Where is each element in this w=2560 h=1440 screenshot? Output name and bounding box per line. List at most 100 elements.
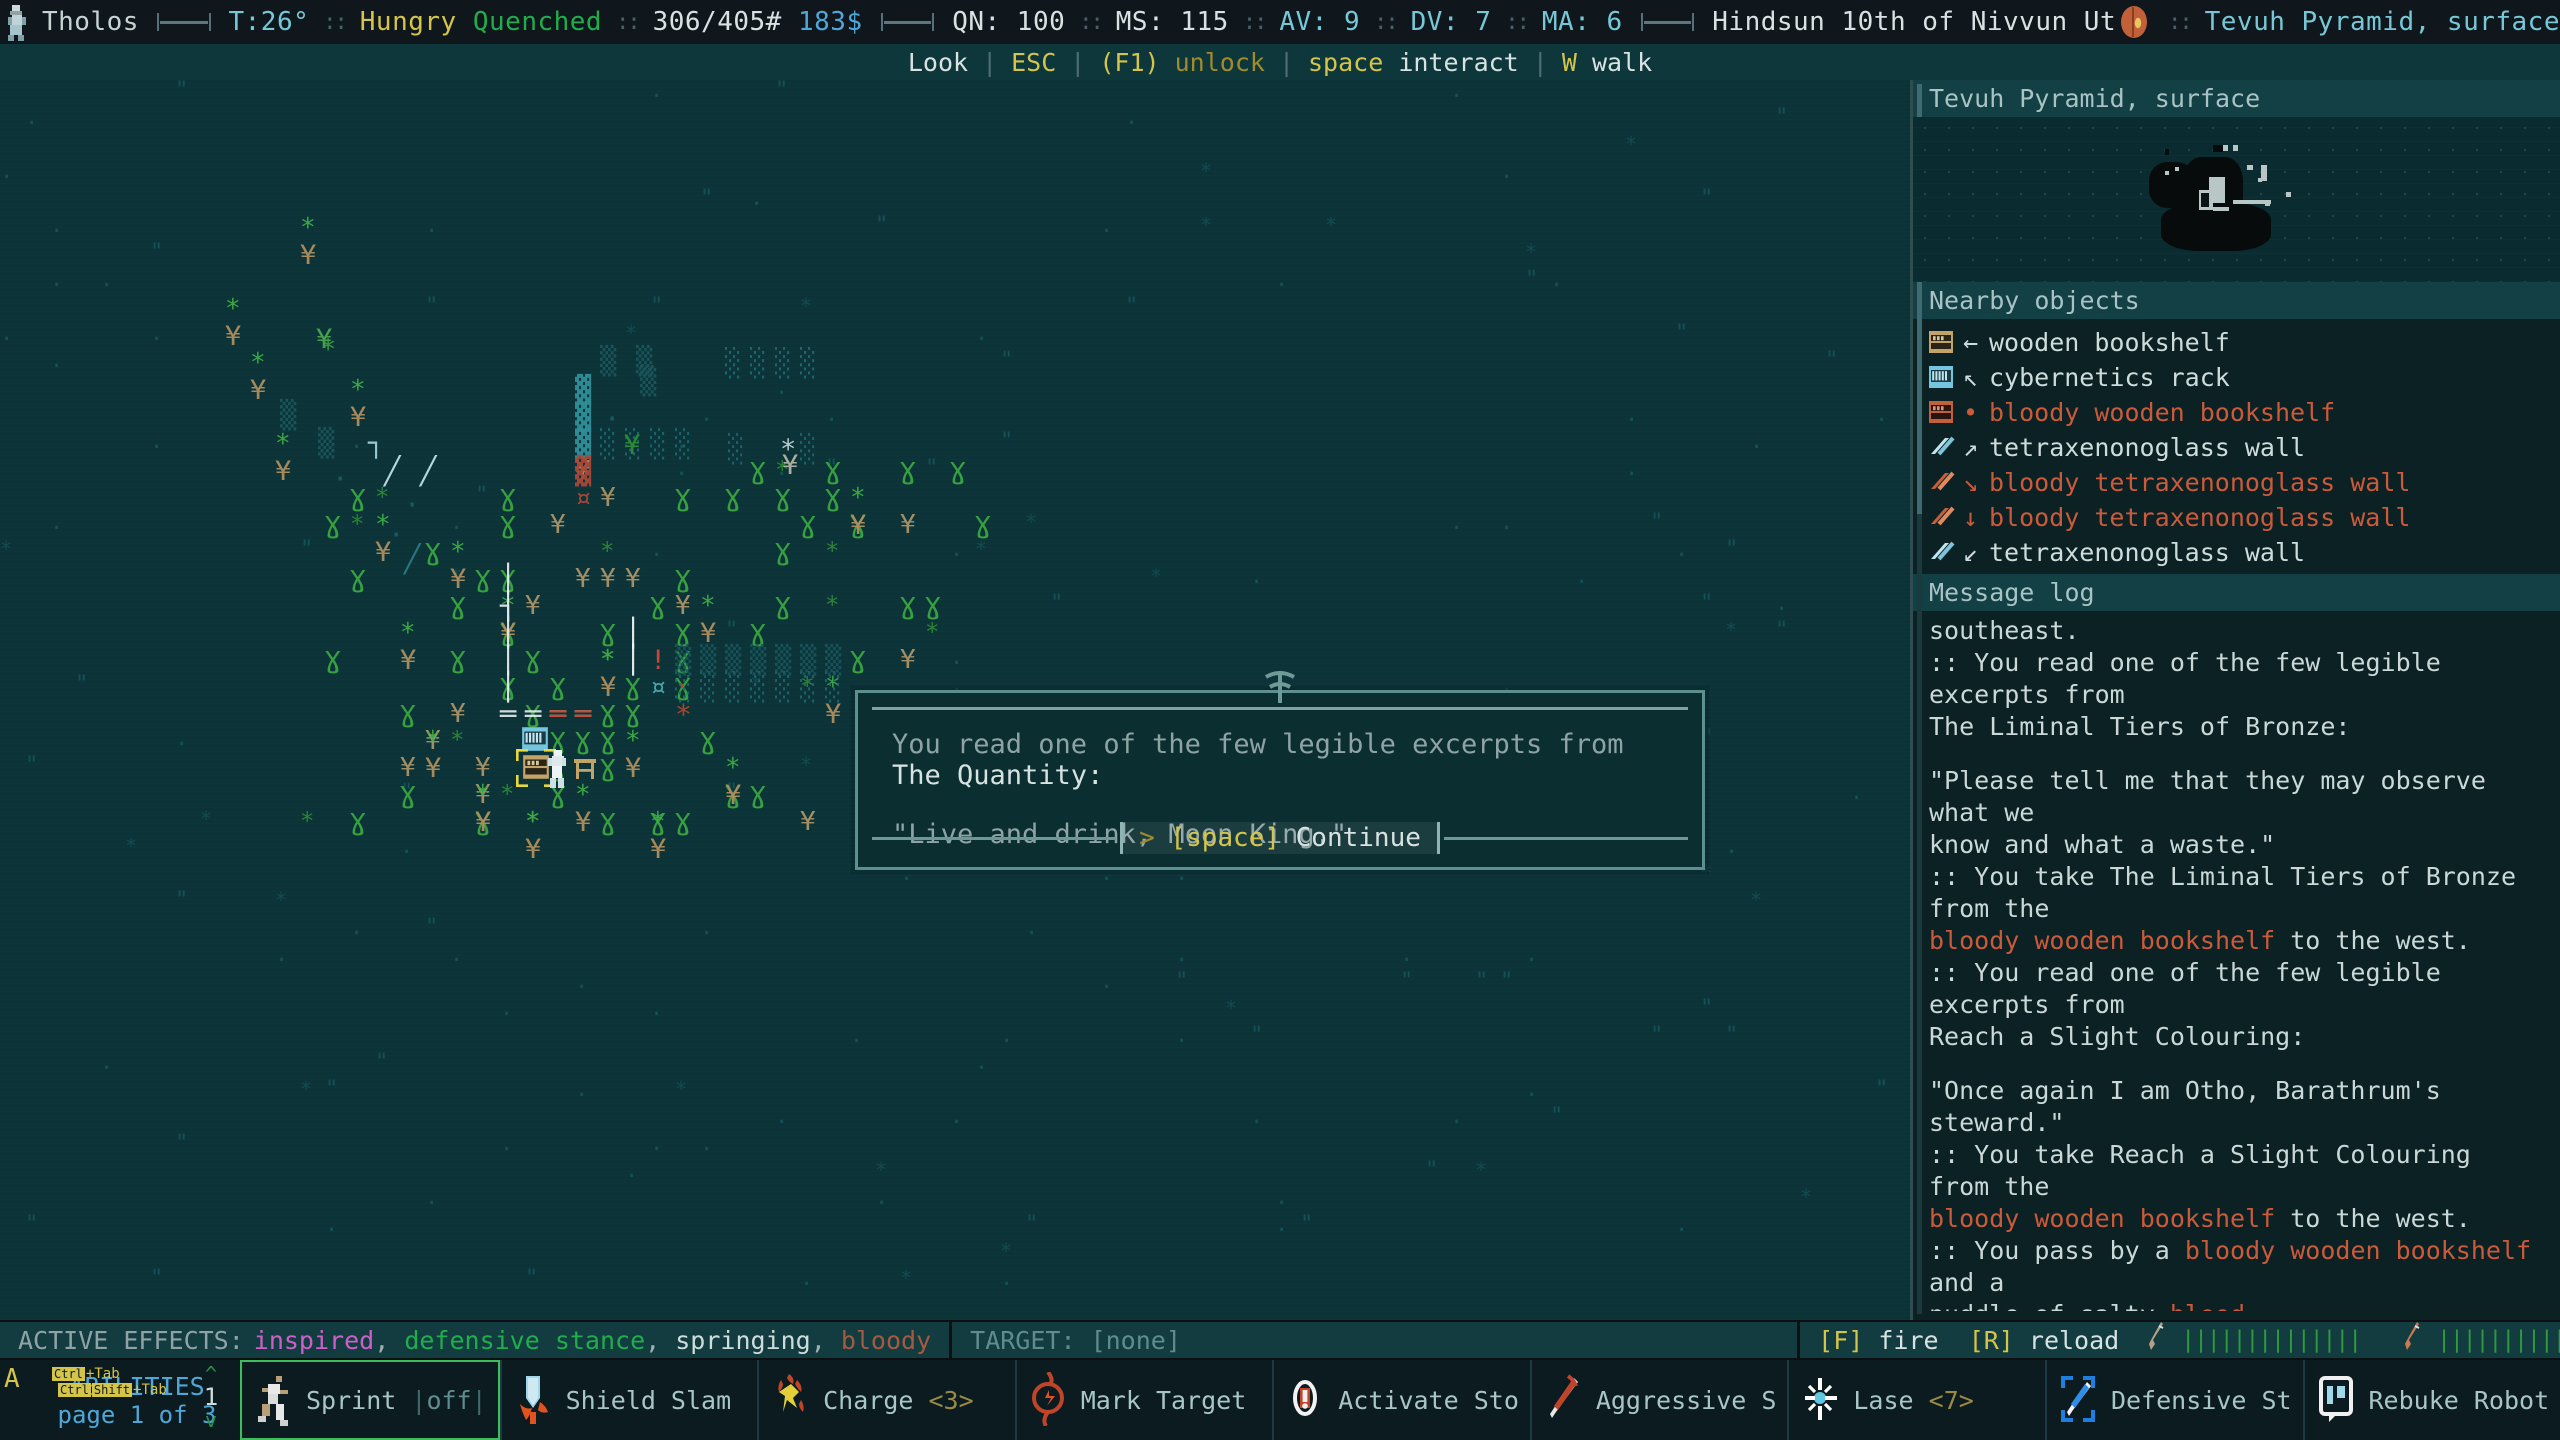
log-line: :: You take Reach a Slight Colouring fro… (1929, 1140, 2471, 1201)
effect-separator: , (810, 1325, 841, 1355)
map-glyph: ░ (700, 672, 717, 703)
minimap[interactable] (1913, 117, 2560, 282)
map-glyph: . (1275, 267, 1289, 292)
map-glyph: * (1525, 240, 1538, 264)
log-highlight: bloody wooden bookshelf (1929, 1204, 2276, 1233)
ability-slot-shield-slam[interactable]: Shield Slam <2> (499, 1360, 758, 1440)
rifle-icon (2401, 1322, 2423, 1358)
map-glyph: . (875, 1185, 889, 1210)
time-bar (1640, 13, 1695, 31)
ability-page-arrows[interactable]: ^ 1 v (198, 1364, 224, 1431)
ability-slot-activate-stopsvalinn[interactable]: Activate Stopsvalinn <5> (1272, 1360, 1530, 1440)
map-glyph: ░ (725, 672, 742, 703)
map-glyph: . (1100, 213, 1114, 238)
map-glyph: . (1275, 1185, 1289, 1210)
map-glyph: " (1775, 105, 1789, 130)
map-glyph: . (950, 537, 964, 562)
map-glyph: ¥ (275, 456, 292, 487)
map-glyph: " (1825, 348, 1839, 373)
ability-hotkey: <3> (928, 1385, 974, 1415)
separator-icon: :: (1079, 9, 1103, 35)
ability-slot-charge[interactable]: Charge <3> (757, 1360, 1015, 1440)
nearby-object-row[interactable]: ↖ cybernetics rack (1927, 360, 2546, 395)
message-log-header: Message log (1913, 574, 2560, 611)
map-glyph: " (1525, 267, 1539, 292)
page-down-arrow-icon[interactable]: v (205, 1410, 217, 1431)
map-glyph: . (450, 510, 464, 535)
nearby-object-row[interactable]: ↘ bloody tetraxenonoglass wall (1927, 465, 2546, 500)
map-glyph: " (150, 1266, 164, 1291)
map-glyph: Ɣ (525, 645, 541, 675)
map-decor-glyph: ░ (800, 434, 817, 465)
interact-key-hint[interactable]: space (1308, 48, 1383, 77)
unlock-key-hint[interactable]: (F1) (1099, 48, 1159, 77)
player-character[interactable] (544, 748, 570, 788)
ctrl-key-cap-2: Ctrl (58, 1383, 91, 1397)
map-glyph: ¥ (400, 753, 416, 783)
map-glyph: * (1725, 618, 1738, 642)
map-glyph: Ɣ (725, 483, 741, 513)
map-glyph: * (275, 429, 291, 459)
map-glyph: . (700, 1131, 714, 1156)
nearby-object-label: bloody tetraxenonoglass wall (1989, 468, 2411, 497)
separator-icon: :: (2168, 9, 2192, 35)
target-value: [none] (1090, 1325, 1181, 1355)
game-map[interactable]: ". "... " *. *. ". ".. ". * * " *... ". " " * ".. *. ". " ".… (0, 80, 1910, 1320)
nearby-object-row[interactable]: ↙ tetraxenonoglass wall (1927, 535, 2546, 570)
stool-tile[interactable] (570, 753, 600, 781)
nearby-object-row[interactable]: ↗ tetraxenonoglass wall (1927, 430, 2546, 465)
ability-slot-defensive-stance[interactable]: Defensive Stance <8> (2044, 1360, 2303, 1440)
map-glyph: Ɣ (800, 510, 816, 540)
ability-slot-lase[interactable]: Lase <7> (1787, 1360, 2045, 1440)
map-decor-glyph: · (332, 464, 349, 495)
status-effects-bar: ACTIVE EFFECTS: inspired, defensive stan… (0, 1320, 2560, 1360)
ability-slot-mark-target[interactable]: Mark Target <4> (1014, 1360, 1273, 1440)
map-glyph: . (1775, 591, 1789, 616)
map-glyph: Ɣ (675, 618, 691, 648)
nearby-object-row[interactable]: ← wooden bookshelf (1927, 325, 2546, 360)
map-glyph: Ɣ (775, 591, 791, 621)
fire-key-hint[interactable]: [F] (1818, 1326, 1863, 1355)
map-glyph: Ɣ (975, 510, 991, 540)
map-glyph: " (175, 80, 189, 103)
log-text: puddle of salty (1929, 1300, 2170, 1311)
esc-key-hint[interactable]: ESC (1011, 48, 1056, 77)
map-glyph: Ɣ (700, 726, 716, 756)
ability-slot-rebuke-robot[interactable]: Rebuke Robot <9> (2302, 1360, 2560, 1440)
map-glyph: * (250, 348, 266, 378)
map-glyph: * (1200, 159, 1213, 183)
map-glyph: ¥ (900, 645, 916, 675)
hp-bar (156, 13, 211, 31)
effect-chip: defensive stance (404, 1325, 646, 1355)
ability-pager[interactable]: A Ctrl +Tab Ctrl Shift +Tab ABILITIES page … (0, 1360, 240, 1440)
map-glyph: Ɣ (325, 645, 341, 675)
map-glyph: ¥ (600, 564, 616, 594)
aggressive-stance-icon (1542, 1372, 1586, 1428)
nearby-object-row[interactable]: ↓ bloody tetraxenonoglass wall (1927, 500, 2546, 535)
log-line: The Liminal Tiers of Bronze: (1929, 712, 2351, 741)
ability-slot-sprint[interactable]: Sprint |off| <1> (240, 1360, 500, 1440)
map-glyph: Ɣ (675, 807, 691, 837)
map-glyph: . (625, 1158, 639, 1183)
map-glyph: Ɣ (500, 510, 516, 540)
message-log[interactable]: southeast.:: You read one of the few leg… (1913, 611, 2560, 1311)
map-glyph: * (675, 698, 692, 731)
continue-button[interactable]: > [space] Continue (1120, 822, 1440, 854)
page-up-arrow-icon[interactable]: ^ (205, 1364, 217, 1385)
reload-key-hint[interactable]: [R] (1969, 1326, 2014, 1355)
ammo-bar-primary: |||||||||||||| (2181, 1327, 2362, 1353)
nearby-object-row[interactable]: • bloody wooden bookshelf (1927, 395, 2546, 430)
log-line: bloody wooden bookshelf to the west. (1929, 1203, 2546, 1235)
map-glyph: ░ (800, 672, 817, 703)
ability-slot-aggressive-stance[interactable]: Aggressive Stance <6> (1529, 1360, 1788, 1440)
log-spacer (1929, 1053, 2546, 1075)
map-glyph: . (1725, 834, 1739, 859)
map-glyph: ¥ (575, 807, 592, 838)
ability-hotkey: <4> (1261, 1386, 1262, 1415)
effect-separator: , (374, 1325, 405, 1355)
map-glyph: * (625, 726, 641, 756)
walk-key-hint[interactable]: W (1562, 48, 1577, 77)
map-glyph: . (1275, 1212, 1289, 1237)
map-glyph: . (100, 267, 114, 292)
dialog-book-title: The Quantity: (892, 760, 1104, 791)
